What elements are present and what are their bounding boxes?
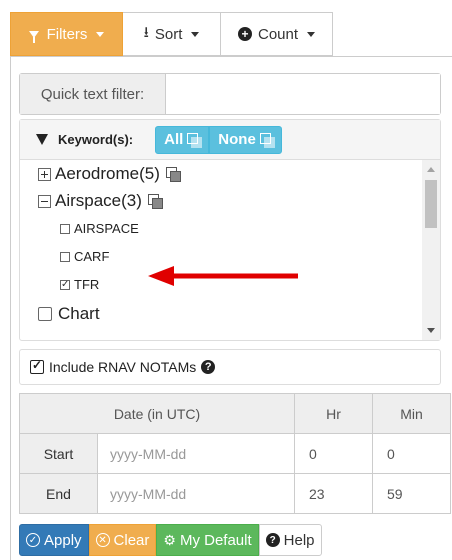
end-date-input[interactable]: yyyy-MM-dd — [97, 473, 295, 514]
question-icon[interactable]: ? — [201, 360, 216, 374]
toolbar: Filters ⭳ Sort + Count — [10, 12, 333, 56]
copy-icon — [259, 133, 275, 148]
copy-icon[interactable] — [165, 167, 181, 182]
collapse-minus-icon[interactable] — [38, 194, 51, 208]
action-buttons: ✓ Apply ✕ Clear ⚙ My Default ? Help — [19, 524, 322, 556]
apply-label: Apply — [44, 531, 82, 549]
select-all-button[interactable]: All — [155, 125, 210, 154]
select-all-label: All — [164, 131, 184, 148]
check-circle-icon: ✓ — [26, 533, 40, 547]
checkbox-checked-icon[interactable]: ✓ — [30, 358, 44, 374]
checkbox-checked[interactable]: ✓ — [60, 279, 70, 290]
keyword-list[interactable]: Aerodrome(5) Airspace(3) AIRSPACE CARF ✓… — [20, 160, 440, 340]
end-hour-input[interactable]: 23 — [294, 473, 373, 514]
select-none-button[interactable]: None — [209, 125, 282, 154]
keyword-toggle[interactable]: Keyword(s): — [36, 132, 133, 147]
tree-item-label: TFR — [74, 277, 100, 292]
quick-text-filter: Quick text filter: — [19, 73, 441, 115]
help-label: Help — [283, 531, 315, 549]
include-rnav-checkbox[interactable]: ✓ Include RNAV NOTAMs ? — [19, 349, 441, 385]
keyword-title: Keyword(s): — [58, 132, 134, 147]
my-default-label: My Default — [179, 531, 252, 549]
quick-filter-label: Quick text filter: — [20, 74, 166, 114]
date-header: Date (in UTC) — [19, 393, 295, 434]
tree-item-label: Chart — [58, 304, 100, 323]
count-label: Count — [257, 25, 299, 43]
hour-header: Hr — [294, 393, 373, 434]
tree-item-carf[interactable]: CARF — [60, 249, 109, 264]
times-circle-icon: ✕ — [95, 533, 110, 547]
plus-circle-icon: + — [237, 27, 252, 41]
copy-icon[interactable] — [147, 194, 163, 209]
tree-item-label: CARF — [74, 249, 110, 264]
minute-header: Min — [372, 393, 451, 434]
tree-item-airspace[interactable]: AIRSPACE — [60, 221, 139, 236]
date-table: Date (in UTC) Hr Min Start yyyy-MM-dd 0 … — [19, 393, 451, 514]
start-hour-input[interactable]: 0 — [294, 433, 373, 474]
red-arrow-annotation — [148, 266, 298, 286]
filters-panel: Quick text filter: Keyword(s): All None — [10, 56, 452, 560]
help-button[interactable]: ? Help — [258, 524, 322, 556]
tree-group-airspace[interactable]: Airspace(3) — [38, 191, 163, 211]
sort-button[interactable]: ⭳ Sort — [123, 12, 221, 56]
end-minute-input[interactable]: 59 — [372, 473, 451, 514]
quick-filter-input[interactable] — [166, 74, 440, 114]
clear-button[interactable]: ✕ Clear — [88, 524, 157, 556]
start-label: Start — [19, 433, 98, 474]
table-row: Start yyyy-MM-dd 0 0 — [19, 433, 451, 474]
table-header-row: Date (in UTC) Hr Min — [19, 393, 451, 434]
gear-icon: ⚙ — [163, 531, 176, 548]
clear-label: Clear — [113, 531, 150, 549]
end-label: End — [19, 473, 98, 514]
tree-item-tfr[interactable]: ✓ TFR — [60, 277, 99, 292]
select-none-label: None — [218, 131, 256, 148]
checkbox[interactable] — [60, 223, 70, 234]
copy-icon — [187, 133, 203, 148]
table-row: End yyyy-MM-dd 23 59 — [19, 473, 451, 514]
apply-button[interactable]: ✓ Apply — [19, 524, 89, 556]
keyword-box: Keyword(s): All None Aerodrome(5) Airspa… — [19, 119, 441, 341]
scroll-up-icon[interactable] — [427, 167, 435, 172]
tree-group-label: Aerodrome(5) — [55, 164, 160, 183]
keyword-header: Keyword(s): All None — [20, 120, 440, 160]
filters-screen: Filters ⭳ Sort + Count Quick text filter… — [0, 0, 452, 560]
chevron-down-icon — [307, 31, 316, 37]
checkbox[interactable] — [38, 307, 52, 321]
count-button[interactable]: + Count — [221, 12, 333, 56]
keyword-scrollbar[interactable] — [422, 160, 440, 340]
start-minute-input[interactable]: 0 — [372, 433, 451, 474]
chevron-down-icon — [191, 31, 200, 37]
tree-item-label: AIRSPACE — [74, 221, 139, 236]
checkbox[interactable] — [60, 251, 70, 262]
triangle-down-icon — [36, 134, 48, 145]
expand-plus-icon[interactable] — [38, 167, 51, 181]
my-default-button[interactable]: ⚙ My Default — [156, 524, 259, 556]
sort-icon: ⭳ — [143, 23, 149, 41]
scroll-down-icon[interactable] — [427, 328, 435, 333]
tree-group-aerodrome[interactable]: Aerodrome(5) — [38, 164, 181, 184]
sort-label: Sort — [154, 25, 183, 43]
chevron-down-icon — [96, 31, 105, 37]
question-icon: ? — [265, 533, 280, 547]
rnav-label: Include RNAV NOTAMs — [49, 359, 197, 375]
tree-group-label: Airspace(3) — [55, 191, 142, 210]
tree-item-chart[interactable]: Chart — [38, 304, 100, 324]
filters-label: Filters — [46, 25, 88, 43]
scroll-thumb[interactable] — [425, 180, 437, 228]
funnel-icon — [28, 30, 39, 43]
filters-button[interactable]: Filters — [10, 12, 123, 56]
start-date-input[interactable]: yyyy-MM-dd — [97, 433, 295, 474]
keyword-select-group: All None — [155, 125, 282, 154]
